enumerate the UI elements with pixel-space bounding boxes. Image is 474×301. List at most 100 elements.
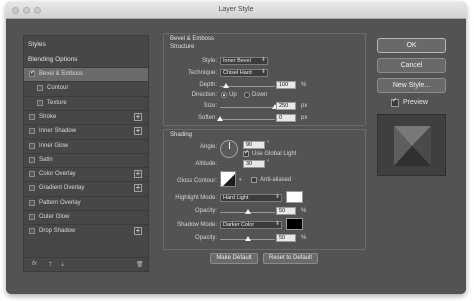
style-item-label: Bevel & Emboss bbox=[39, 71, 84, 77]
cancel-button[interactable]: Cancel bbox=[377, 58, 446, 73]
style-item-outer-glow[interactable]: Outer Glow bbox=[24, 210, 148, 224]
depth-slider[interactable] bbox=[220, 83, 275, 88]
soften-field[interactable]: 0 bbox=[276, 114, 296, 122]
shadow-mode-label: Shadow Mode: bbox=[176, 222, 217, 228]
style-item-label: Inner Shadow bbox=[39, 128, 77, 135]
make-default-button[interactable]: Make Default bbox=[210, 253, 258, 264]
soften-label: Soften: bbox=[197, 115, 217, 121]
direction-down-radio[interactable] bbox=[244, 92, 250, 98]
layer-style-dialog: Layer Style Styles Blending Options Beve… bbox=[6, 2, 466, 294]
style-item-checkbox[interactable] bbox=[29, 128, 35, 135]
contour-curve-icon bbox=[223, 174, 235, 186]
style-item-bevel-emboss[interactable]: Bevel & Emboss bbox=[24, 67, 148, 81]
style-item-label: Gradient Overlay bbox=[39, 185, 85, 192]
gloss-dropdown-icon[interactable]: ▾ bbox=[239, 177, 242, 183]
soften-slider[interactable] bbox=[217, 116, 275, 121]
highlight-color-swatch[interactable] bbox=[286, 191, 303, 203]
highlight-mode-label: Highlight Mode: bbox=[175, 195, 217, 201]
move-up-icon[interactable]: ⇡ bbox=[48, 261, 53, 268]
style-item-inner-glow[interactable]: Inner Glow bbox=[24, 138, 148, 153]
structure-group: Bevel & Emboss Structure Style: Inner Be… bbox=[163, 33, 366, 126]
shadow-mode-select[interactable]: Darker Color bbox=[220, 221, 282, 229]
style-item-checkbox[interactable] bbox=[29, 113, 35, 120]
highlight-opacity-field[interactable]: 50 bbox=[276, 207, 296, 215]
preview-label: Preview bbox=[403, 99, 428, 106]
styles-footer: fx ⇡ ⇣ 🗑 bbox=[24, 257, 148, 272]
style-item-checkbox[interactable] bbox=[29, 156, 35, 163]
style-item-checkbox[interactable] bbox=[29, 171, 35, 178]
style-item-checkbox[interactable] bbox=[29, 214, 35, 220]
preview-checkbox[interactable] bbox=[391, 97, 399, 107]
style-select[interactable]: Inner Bevel bbox=[220, 57, 268, 65]
gloss-contour-label: Gloss Contour: bbox=[176, 178, 217, 184]
style-item-checkbox[interactable] bbox=[29, 185, 35, 192]
style-item-gradient-overlay[interactable]: Gradient Overlay + bbox=[24, 181, 148, 195]
altitude-field[interactable]: 30 bbox=[243, 160, 265, 168]
settings-panel: Bevel & Emboss Structure Style: Inner Be… bbox=[163, 33, 366, 265]
add-effect-icon[interactable]: + bbox=[134, 184, 142, 193]
angle-dial[interactable] bbox=[220, 140, 238, 158]
blending-options[interactable]: Blending Options bbox=[28, 56, 78, 63]
move-down-icon[interactable]: ⇣ bbox=[60, 261, 65, 268]
trash-icon[interactable]: 🗑 bbox=[136, 261, 144, 268]
add-effect-icon[interactable]: + bbox=[134, 227, 142, 236]
direction-label: Direction: bbox=[191, 92, 217, 98]
highlight-opacity-knob[interactable] bbox=[244, 209, 251, 214]
style-item-checkbox[interactable] bbox=[29, 228, 35, 235]
add-effect-icon[interactable]: + bbox=[134, 112, 142, 121]
new-style-button[interactable]: New Style... bbox=[377, 78, 446, 93]
add-effect-icon[interactable]: + bbox=[134, 170, 142, 179]
direction-up-radio[interactable] bbox=[221, 92, 227, 98]
reset-to-default-button[interactable]: Reset to Default bbox=[263, 253, 318, 264]
ok-button[interactable]: OK bbox=[377, 38, 446, 53]
style-item-texture[interactable]: Texture bbox=[24, 95, 148, 110]
style-item-checkbox[interactable] bbox=[29, 142, 35, 149]
anti-aliased-checkbox[interactable] bbox=[251, 177, 257, 183]
gloss-contour-swatch[interactable] bbox=[220, 171, 236, 187]
depth-unit: % bbox=[301, 82, 307, 88]
soften-slider-knob[interactable] bbox=[217, 116, 223, 121]
style-item-checkbox[interactable] bbox=[37, 85, 43, 92]
angle-unit: ° bbox=[267, 141, 270, 147]
style-item-drop-shadow[interactable]: Drop Shadow + bbox=[24, 224, 148, 238]
shadow-opacity-knob[interactable] bbox=[244, 236, 251, 241]
depth-slider-knob[interactable] bbox=[222, 83, 229, 88]
shadow-opacity-slider[interactable] bbox=[220, 236, 275, 241]
add-effect-icon[interactable]: + bbox=[134, 127, 142, 136]
style-item-label: Stroke bbox=[39, 113, 57, 120]
technique-select[interactable]: Chisel Hard bbox=[220, 69, 268, 77]
highlight-opacity-slider[interactable] bbox=[220, 209, 275, 214]
shadow-color-swatch[interactable] bbox=[286, 218, 303, 230]
style-item-color-overlay[interactable]: Color Overlay + bbox=[24, 167, 148, 181]
shadow-opacity-field[interactable]: 50 bbox=[276, 234, 296, 242]
style-item-label: Satin bbox=[39, 156, 53, 163]
style-label: Style: bbox=[201, 58, 217, 64]
style-item-label: Outer Glow bbox=[39, 214, 70, 220]
soften-unit: px bbox=[301, 115, 308, 121]
title-bar: Layer Style bbox=[6, 2, 466, 19]
style-item-inner-shadow[interactable]: Inner Shadow + bbox=[24, 124, 148, 138]
size-slider[interactable] bbox=[220, 104, 278, 109]
style-item-label: Contour bbox=[47, 85, 69, 92]
preview-bevel-image bbox=[394, 126, 431, 166]
styles-heading[interactable]: Styles bbox=[28, 41, 46, 48]
use-global-light-checkbox[interactable] bbox=[243, 149, 249, 157]
style-item-checkbox[interactable] bbox=[29, 199, 35, 206]
shading-group: Shading Angle: 90 ° Use Global Light Alt… bbox=[163, 129, 366, 250]
style-item-checkbox[interactable] bbox=[29, 69, 35, 77]
style-item-checkbox[interactable] bbox=[37, 99, 43, 106]
preview-thumbnail bbox=[377, 114, 446, 176]
altitude-unit: ° bbox=[267, 160, 270, 166]
depth-field[interactable]: 100 bbox=[276, 81, 296, 89]
highlight-opacity-label: Opacity: bbox=[194, 208, 217, 214]
fx-icon[interactable]: fx bbox=[32, 261, 37, 267]
style-item-stroke[interactable]: Stroke + bbox=[24, 109, 148, 124]
style-item-satin[interactable]: Satin bbox=[24, 152, 148, 167]
angle-field[interactable]: 90 bbox=[243, 141, 265, 149]
style-item-pattern-overlay[interactable]: Pattern Overlay bbox=[24, 195, 148, 210]
highlight-mode-select[interactable]: Hard Light bbox=[220, 194, 282, 202]
highlight-opacity-unit: % bbox=[301, 208, 307, 214]
use-global-light-label: Use Global Light bbox=[252, 151, 297, 157]
style-item-contour[interactable]: Contour bbox=[24, 81, 148, 95]
size-field[interactable]: 250 bbox=[276, 102, 296, 110]
